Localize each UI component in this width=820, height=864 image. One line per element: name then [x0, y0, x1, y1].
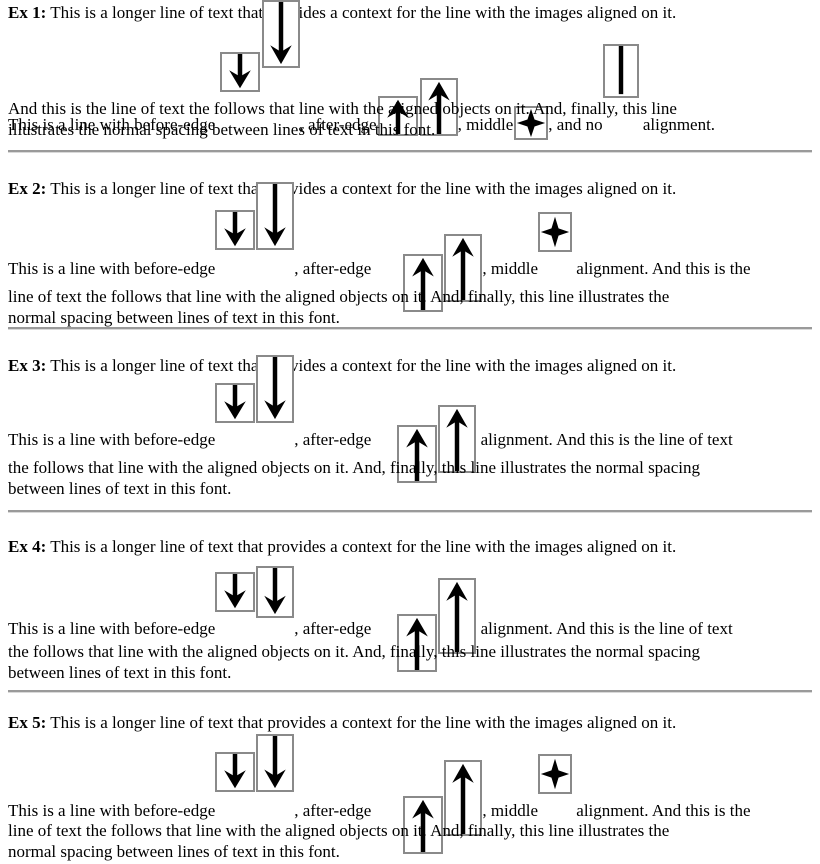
diamond-four-point-icon — [540, 758, 570, 790]
arrow-down-icon — [224, 754, 247, 789]
down-arrow-small-box[interactable] — [215, 383, 256, 423]
example-label: Ex 1: — [8, 3, 47, 22]
arrow-down-icon — [264, 568, 286, 615]
diamond-four-point-icon — [540, 216, 570, 248]
tail-line-1: the follows that line with the aligned o… — [8, 458, 700, 477]
before-edge-prefix: This is a line with before-edge — [8, 801, 216, 820]
down-arrow-tall-box[interactable] — [261, 0, 300, 68]
middle-diamond-box[interactable] — [538, 754, 573, 794]
tail-line-1: line of text the follows that line with … — [8, 287, 670, 306]
arrow-down-icon — [264, 357, 286, 420]
down-arrow-tall-box[interactable] — [256, 182, 295, 250]
middle-label: , middle — [482, 801, 539, 820]
after-edge-label: , after-edge — [294, 801, 372, 820]
context-line: Ex 3: This is a longer line of text that… — [0, 355, 684, 376]
tail-line-2: normal spacing between lines of text in … — [8, 842, 340, 861]
alignment-suffix: alignment. And this is the line of text — [476, 619, 733, 638]
context-text: This is a longer line of text that provi… — [46, 356, 677, 375]
section-divider-4 — [8, 690, 812, 692]
tail-line-1: And this is the line of text the follows… — [8, 99, 677, 118]
down-arrow-small-box[interactable] — [215, 210, 256, 250]
after-edge-label: , after-edge — [294, 259, 372, 278]
middle-diamond-box[interactable] — [538, 212, 573, 252]
after-edge-label: , after-edge — [294, 430, 372, 449]
before-edge-prefix: This is a line with before-edge — [8, 259, 216, 278]
alignment-suffix: alignment. And this is the — [572, 259, 751, 278]
arrow-down-icon — [224, 385, 247, 420]
context-text: This is a longer line of text that provi… — [46, 3, 677, 22]
arrow-down-icon — [224, 212, 247, 247]
down-arrow-tall-box[interactable] — [256, 355, 295, 423]
tail-line-1: the follows that line with the aligned o… — [8, 642, 700, 661]
context-line: Ex 4: This is a longer line of text that… — [0, 536, 684, 557]
after-edge-label: , after-edge — [294, 619, 372, 638]
alignment-suffix: alignment. And this is the line of text — [476, 430, 733, 449]
tail-line-1: line of text the follows that line with … — [8, 821, 670, 840]
arrow-down-icon — [264, 736, 286, 789]
tail-line-2: illustrates the normal spacing between l… — [8, 120, 436, 139]
tail-line-2: normal spacing between lines of text in … — [8, 308, 340, 327]
down-arrow-tall-box[interactable] — [256, 734, 295, 792]
alignment-suffix: alignment. And this is the — [572, 801, 751, 820]
arrow-down-icon — [224, 574, 247, 609]
down-arrow-small-box[interactable] — [215, 752, 256, 792]
context-text: This is a longer line of text that provi… — [46, 713, 677, 732]
tail-line-2: between lines of text in this font. — [8, 479, 232, 498]
example-label: Ex 5: — [8, 713, 47, 732]
before-edge-prefix: This is a line with before-edge — [8, 430, 216, 449]
example-label: Ex 3: — [8, 356, 47, 375]
context-text: This is a longer line of text that provi… — [46, 537, 677, 556]
shaft-only-icon — [618, 46, 623, 95]
context-line: Ex 5: This is a longer line of text that… — [0, 712, 684, 733]
arrow-down-icon — [264, 184, 286, 247]
aligned-objects-line: This is a line with before-edge , after-… — [0, 355, 741, 483]
context-text: This is a longer line of text that provi… — [46, 179, 677, 198]
tail-line-2: between lines of text in this font. — [8, 663, 232, 682]
document-page: Ex 1: This is a longer line of text that… — [0, 0, 820, 864]
context-line: Ex 1: This is a longer line of text that… — [0, 2, 684, 23]
context-line: Ex 2: This is a longer line of text that… — [0, 178, 684, 199]
example-label: Ex 4: — [8, 537, 47, 556]
aligned-objects-line: This is a line with before-edge , after-… — [0, 734, 759, 854]
empty-shaft-tall-box[interactable] — [602, 44, 639, 98]
aligned-objects-line: This is a line with before-edge , after-… — [0, 558, 741, 672]
arrow-down-icon — [228, 54, 251, 89]
before-edge-prefix: This is a line with before-edge — [8, 619, 216, 638]
down-arrow-tall-box[interactable] — [256, 566, 295, 618]
arrow-down-icon — [269, 2, 292, 65]
section-divider-2 — [8, 327, 812, 329]
section-divider-3 — [8, 510, 812, 512]
example-label: Ex 2: — [8, 179, 47, 198]
aligned-objects-line: This is a line with before-edge , after-… — [0, 182, 759, 312]
middle-label: , middle — [482, 259, 539, 278]
down-arrow-small-box[interactable] — [215, 572, 256, 612]
down-arrow-small-box[interactable] — [219, 52, 260, 92]
section-divider-1 — [8, 150, 812, 152]
